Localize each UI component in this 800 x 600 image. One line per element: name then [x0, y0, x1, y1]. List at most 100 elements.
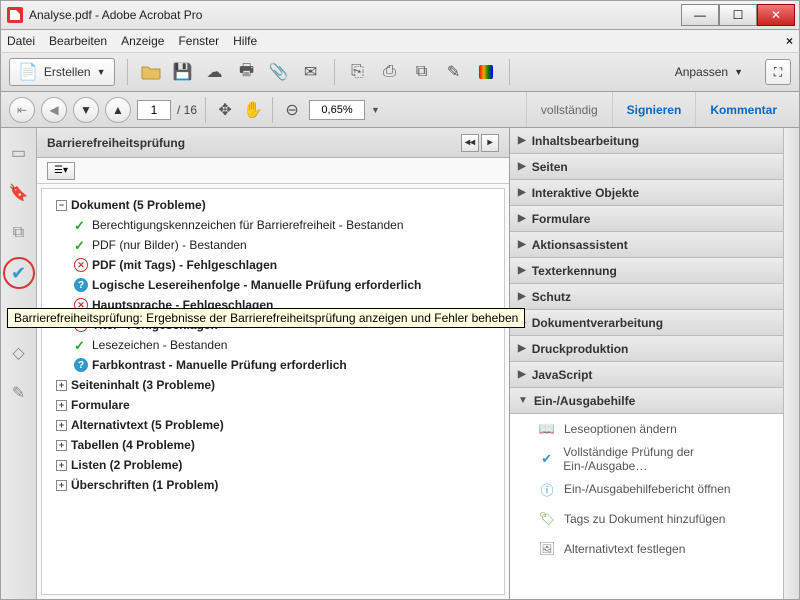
accordion-texterkennung[interactable]: ▶Texterkennung [510, 258, 783, 284]
menu-anzeige[interactable]: Anzeige [121, 34, 164, 48]
tree-item[interactable]: PDF (nur Bilder) - Bestanden [74, 235, 500, 255]
menu-fenster[interactable]: Fenster [178, 34, 219, 48]
expand-icon[interactable]: + [56, 480, 67, 491]
first-page-icon[interactable]: ⇤ [9, 97, 35, 123]
accordion-inhaltsbearbeitung[interactable]: ▶Inhaltsbearbeitung [510, 128, 783, 154]
options-menu-icon[interactable]: ☰▾ [47, 162, 75, 180]
accordion-ein-ausgabehilfe[interactable]: ▼Ein-/Ausgabehilfe [510, 388, 783, 414]
accordion-aktionsassistent[interactable]: ▶Aktionsassistent [510, 232, 783, 258]
accordion-interaktive-objekte[interactable]: ▶Interaktive Objekte [510, 180, 783, 206]
menubar-close-icon[interactable]: × [786, 34, 793, 48]
fullscreen-icon[interactable]: ⛶ [765, 59, 791, 85]
customize-button[interactable]: Anpassen ▼ [675, 65, 743, 79]
accordion-seiten[interactable]: ▶Seiten [510, 154, 783, 180]
thumbnails-icon[interactable]: ▭ [8, 142, 30, 164]
tree-group[interactable]: + Seiteninhalt (3 Probleme) [56, 375, 500, 395]
tab-vollstaendig[interactable]: vollständig [526, 92, 612, 127]
tools-item[interactable]: 🖼Alternativtext festlegen [510, 534, 783, 564]
tree-group[interactable]: +Alternativtext (5 Probleme) [56, 415, 500, 435]
tree-group[interactable]: + Formulare [56, 395, 500, 415]
accordion-javascript[interactable]: ▶JavaScript [510, 362, 783, 388]
chevron-right-icon: ▶ [518, 291, 526, 302]
color-icon[interactable] [475, 61, 497, 83]
tools-item-icon: ✔ [538, 450, 555, 468]
create-button[interactable]: 📄 Erstellen ▼ [9, 58, 115, 86]
expand-icon[interactable]: + [56, 380, 67, 391]
tree-item[interactable]: Farbkontrast - Manuelle Prüfung erforder… [74, 355, 500, 375]
mail-icon[interactable]: ✉ [300, 61, 322, 83]
accordion-dokumentverarbeitung[interactable]: ▶Dokumentverarbeitung [510, 310, 783, 336]
edit-icon[interactable]: ✎ [443, 61, 465, 83]
signatures-icon[interactable]: ✎ [8, 382, 30, 404]
tree-item-label: Berechtigungskennzeichen für Barrierefre… [92, 218, 404, 232]
last-page-icon[interactable]: ▲ [105, 97, 131, 123]
zoom-out-icon[interactable]: ⊖ [281, 99, 303, 121]
combine-icon[interactable]: ⧉ [411, 61, 433, 83]
tree-group-dokument[interactable]: − Dokument (5 Probleme) [56, 195, 500, 215]
tools-item[interactable]: ✔ Vollständige Prüfung der Ein-/Ausgabe… [510, 444, 783, 474]
tab-kommentar[interactable]: Kommentar [695, 92, 791, 127]
tree-item[interactable]: PDF (mit Tags) - Fehlgeschlagen [74, 255, 500, 275]
accordion-label: Interaktive Objekte [532, 186, 639, 200]
next-page-icon[interactable]: ▼ [73, 97, 99, 123]
accordion-formulare[interactable]: ▶Formulare [510, 206, 783, 232]
expand-icon[interactable]: + [56, 460, 67, 471]
attachments-icon[interactable]: ⧉ [8, 222, 30, 244]
collapse-icon[interactable]: − [56, 200, 67, 211]
tree-item[interactable]: Logische Lesereihenfolge - Manuelle Prüf… [74, 275, 500, 295]
tools-panel: ▶Inhaltsbearbeitung▶Seiten▶Interaktive O… [509, 128, 799, 599]
share-icon[interactable]: 📎 [268, 61, 290, 83]
tree-item-label: Farbkontrast - Manuelle Prüfung erforder… [92, 358, 347, 372]
tools-item[interactable]: 📖Leseoptionen ändern [510, 414, 783, 444]
menu-datei[interactable]: Datei [7, 34, 35, 48]
cloud-icon[interactable]: ☁ [204, 61, 226, 83]
print-icon[interactable]: 🖶 [236, 61, 258, 83]
convert-icon[interactable]: ⎙ [379, 61, 401, 83]
menu-bearbeiten[interactable]: Bearbeiten [49, 34, 107, 48]
tools-item-label: Vollständige Prüfung der Ein-/Ausgabe… [563, 445, 773, 473]
tree-group-label: Formulare [71, 398, 130, 412]
tree-group[interactable]: +Tabellen (4 Probleme) [56, 435, 500, 455]
separator [127, 59, 128, 85]
select-tool-icon[interactable]: ✥ [214, 99, 236, 121]
maximize-button[interactable]: ☐ [719, 4, 757, 26]
layers-icon[interactable]: ◇ [8, 342, 30, 364]
left-sidebar: ▭ 🔖 ⧉ ✔ ◈ ◇ ✎ [1, 128, 37, 599]
accordion-druckproduktion[interactable]: ▶Druckproduktion [510, 336, 783, 362]
tree-group[interactable]: +Listen (2 Probleme) [56, 455, 500, 475]
accordion-label: Texterkennung [532, 264, 617, 278]
expand-icon[interactable]: + [56, 420, 67, 431]
accordion-schutz[interactable]: ▶Schutz [510, 284, 783, 310]
tools-item-label: Tags zu Dokument hinzufügen [564, 512, 725, 526]
bookmarks-icon[interactable]: 🔖 [8, 182, 30, 204]
accordion-label: Seiten [532, 160, 568, 174]
minimize-button[interactable]: — [681, 4, 719, 26]
accessibility-check-icon[interactable]: ✔ [8, 262, 30, 284]
close-button[interactable]: ✕ [757, 4, 795, 26]
prev-page-icon[interactable]: ◀ [41, 97, 67, 123]
page-input[interactable] [137, 100, 171, 120]
save-icon[interactable]: 💾 [172, 61, 194, 83]
export-icon[interactable]: ⎘ [347, 61, 369, 83]
expand-icon[interactable]: + [56, 400, 67, 411]
tools-item-label: Leseoptionen ändern [564, 422, 677, 436]
scrollbar[interactable] [783, 128, 799, 599]
accordion-label: Aktionsassistent [532, 238, 628, 252]
tree-item[interactable]: Lesezeichen - Bestanden [74, 335, 500, 355]
open-icon[interactable] [140, 61, 162, 83]
expand-icon[interactable]: + [56, 440, 67, 451]
menu-hilfe[interactable]: Hilfe [233, 34, 257, 48]
zoom-input[interactable] [309, 100, 365, 120]
tree-item[interactable]: Berechtigungskennzeichen für Barrierefre… [74, 215, 500, 235]
hand-tool-icon[interactable]: ✋ [242, 99, 264, 121]
panel-next-icon[interactable]: ▸ [481, 134, 499, 152]
dropdown-icon[interactable]: ▼ [371, 105, 380, 115]
tab-signieren[interactable]: Signieren [612, 92, 696, 127]
tree-group-label: Seiteninhalt (3 Probleme) [71, 378, 215, 392]
tree-group[interactable]: +Überschriften (1 Problem) [56, 475, 500, 495]
tools-item[interactable]: 🏷Tags zu Dokument hinzufügen [510, 504, 783, 534]
accordion-label: JavaScript [532, 368, 593, 382]
tooltip: Barrierefreiheitsprüfung: Ergebnisse der… [7, 308, 525, 328]
tools-item[interactable]: ⓘEin-/Ausgabehilfebericht öffnen [510, 474, 783, 504]
panel-prev-icon[interactable]: ◂◂ [461, 134, 479, 152]
